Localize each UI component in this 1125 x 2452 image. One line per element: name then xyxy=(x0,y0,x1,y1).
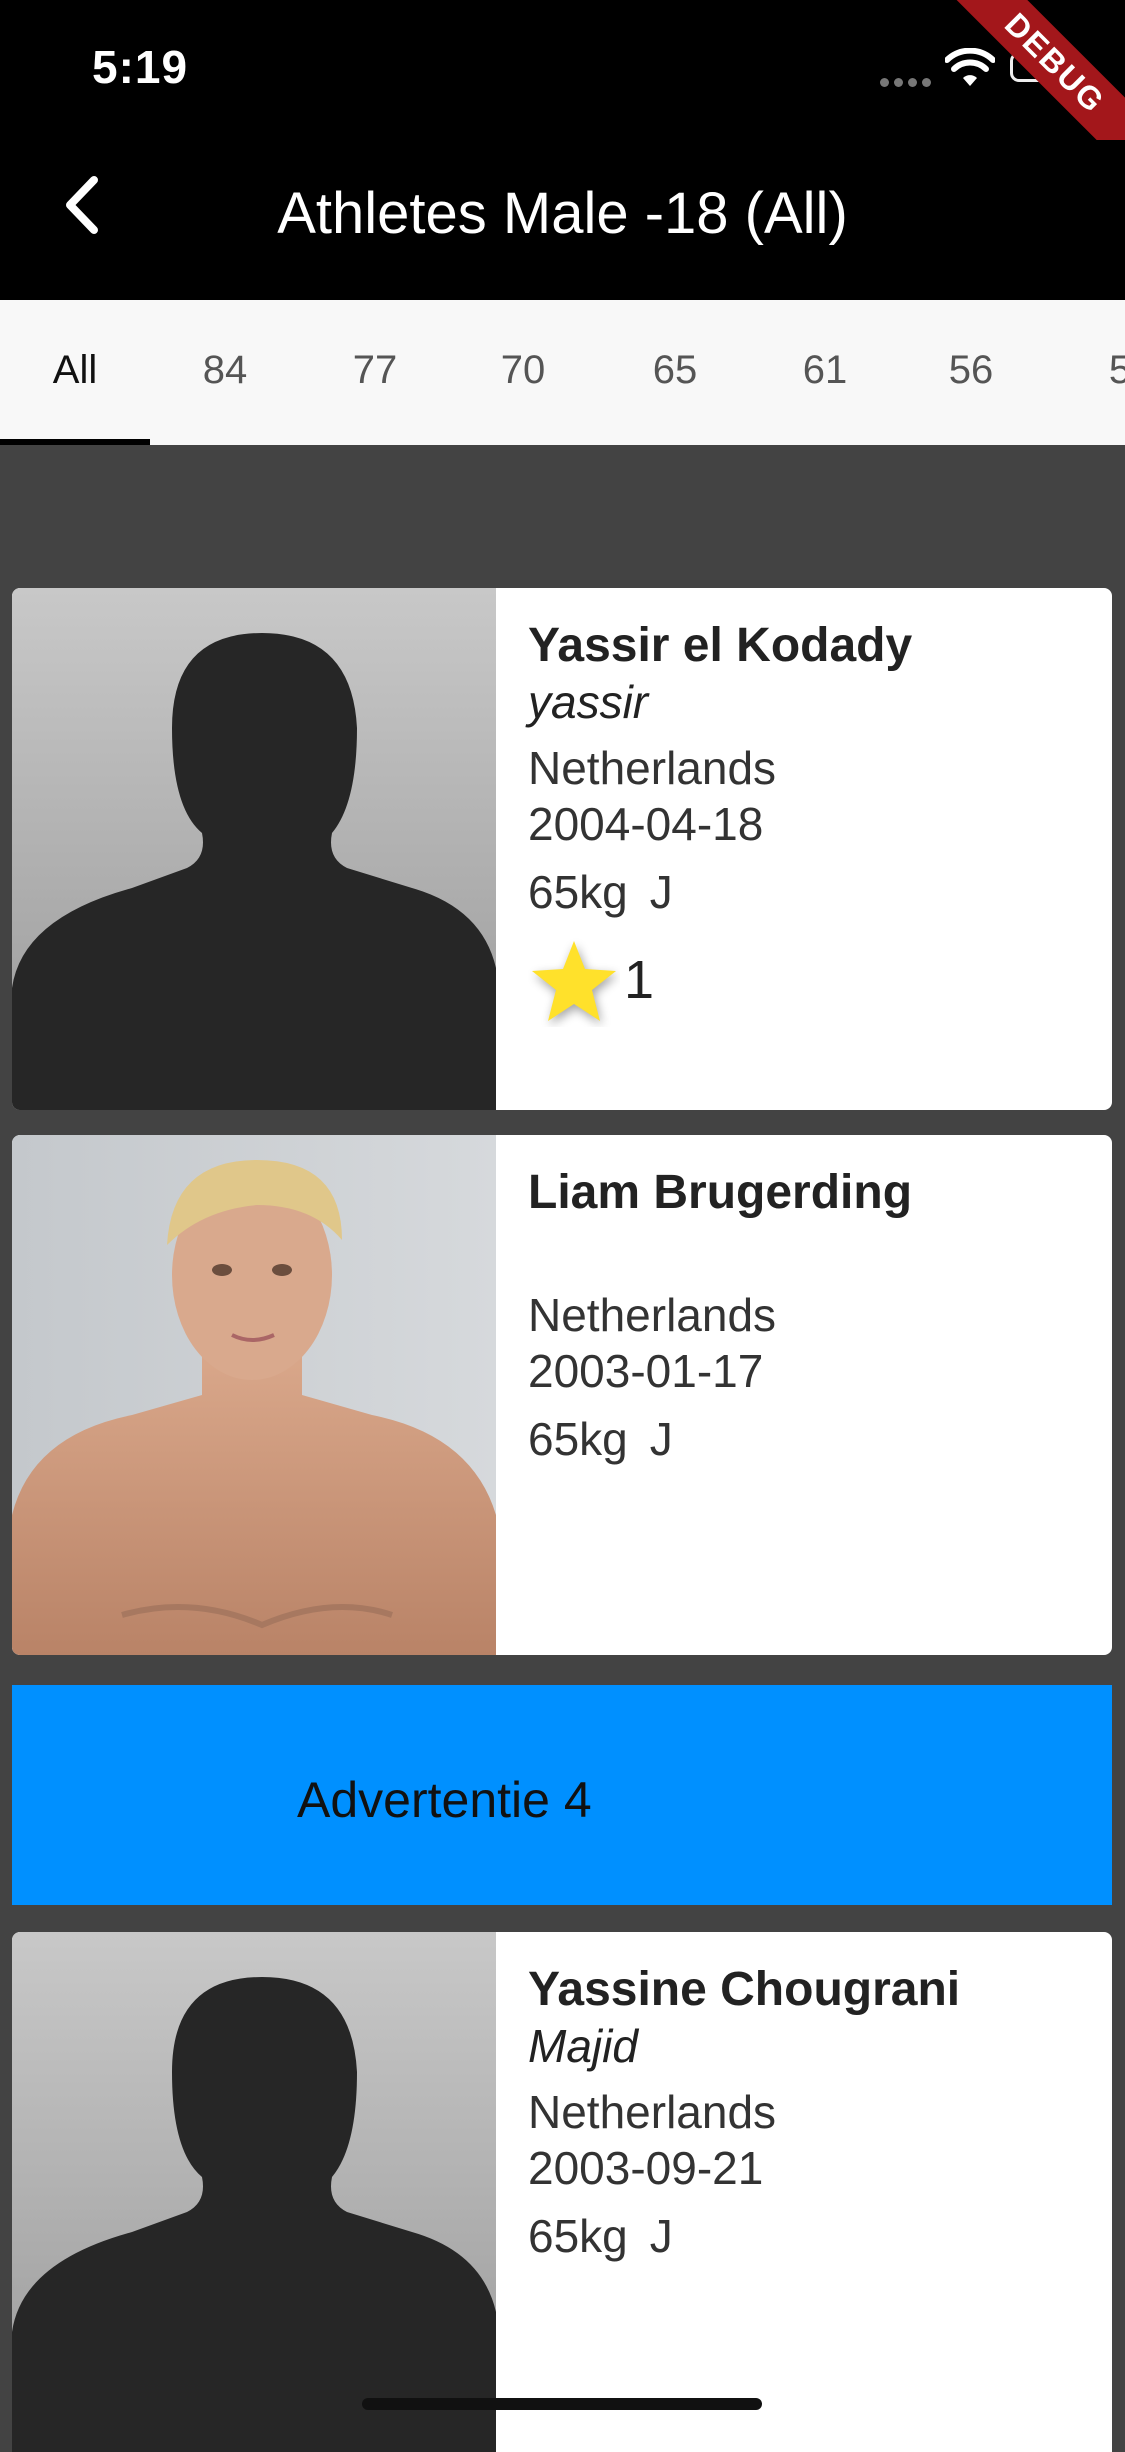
athlete-nickname: yassir xyxy=(528,676,649,728)
athlete-name: Yassine Chougrani xyxy=(528,1963,961,2016)
athlete-country: Netherlands xyxy=(528,1289,777,1341)
athlete-info: Yassine Chougrani Majid Netherlands 2003… xyxy=(528,1932,1092,2263)
athlete-country: Netherlands xyxy=(528,2086,777,2138)
page-title: Athletes Male -18 (All) xyxy=(277,181,848,246)
athlete-info: Liam Brugerding Netherlands 2003-01-17 6… xyxy=(528,1135,1092,1466)
tab-84[interactable]: 84 xyxy=(150,300,300,445)
tab-56[interactable]: 56 xyxy=(896,300,1046,445)
tab-61[interactable]: 61 xyxy=(750,300,900,445)
advertisement-banner[interactable]: Advertentie 4 xyxy=(12,1685,1112,1905)
athlete-birthdate: 2003-01-17 xyxy=(528,1345,764,1397)
athlete-photo xyxy=(12,1135,496,1655)
athlete-info: Yassir el Kodady yassir Netherlands 2004… xyxy=(528,588,1092,1025)
athlete-name: Liam Brugerding xyxy=(528,1166,913,1219)
weight-class-tab-bar: All 84 77 70 65 61 56 5 xyxy=(0,300,1125,445)
athlete-silhouette-photo xyxy=(12,588,496,1110)
star-rating: 1 xyxy=(528,935,1092,1025)
athlete-weight-row: 65kg J xyxy=(528,2209,1092,2263)
athlete-birthdate: 2004-04-18 xyxy=(528,798,764,850)
tab-70[interactable]: 70 xyxy=(448,300,598,445)
tab-65[interactable]: 65 xyxy=(600,300,750,445)
home-indicator[interactable] xyxy=(362,2398,762,2410)
cellular-signal-icon xyxy=(880,74,936,87)
athlete-card[interactable]: Liam Brugerding Netherlands 2003-01-17 6… xyxy=(12,1135,1112,1655)
wifi-icon xyxy=(945,48,995,86)
star-count: 1 xyxy=(624,950,655,1010)
athlete-card[interactable]: Yassine Chougrani Majid Netherlands 2003… xyxy=(12,1932,1112,2452)
app-bar: Athletes Male -18 (All) xyxy=(0,140,1125,300)
advertisement-label: Advertentie 4 xyxy=(297,1772,592,1828)
athlete-country: Netherlands xyxy=(528,742,777,794)
athlete-class: J xyxy=(649,866,673,918)
status-time: 5:19 xyxy=(92,41,189,93)
athlete-weight-row: 65kg J xyxy=(528,1412,1092,1466)
athlete-class: J xyxy=(649,1413,673,1465)
athlete-weight: 65kg xyxy=(528,2210,628,2262)
active-tab-indicator xyxy=(0,439,150,445)
athlete-birthdate: 2003-09-21 xyxy=(528,2142,764,2194)
status-bar: 5:19 DEBUG xyxy=(0,0,1125,180)
athlete-weight: 65kg xyxy=(528,866,628,918)
athlete-card[interactable]: Yassir el Kodady yassir Netherlands 2004… xyxy=(12,588,1112,1110)
athlete-name: Yassir el Kodady xyxy=(528,619,913,672)
star-icon xyxy=(532,941,618,1025)
athlete-weight-row: 65kg J xyxy=(528,865,1092,919)
tab-5x[interactable]: 5 xyxy=(1045,300,1125,445)
athlete-nickname xyxy=(528,1222,1092,1278)
athlete-nickname: Majid xyxy=(528,2020,638,2072)
athlete-weight: 65kg xyxy=(528,1413,628,1465)
tab-77[interactable]: 77 xyxy=(300,300,450,445)
athlete-silhouette-photo xyxy=(12,1932,496,2452)
tab-all[interactable]: All xyxy=(0,300,150,445)
athlete-class: J xyxy=(649,2210,673,2262)
